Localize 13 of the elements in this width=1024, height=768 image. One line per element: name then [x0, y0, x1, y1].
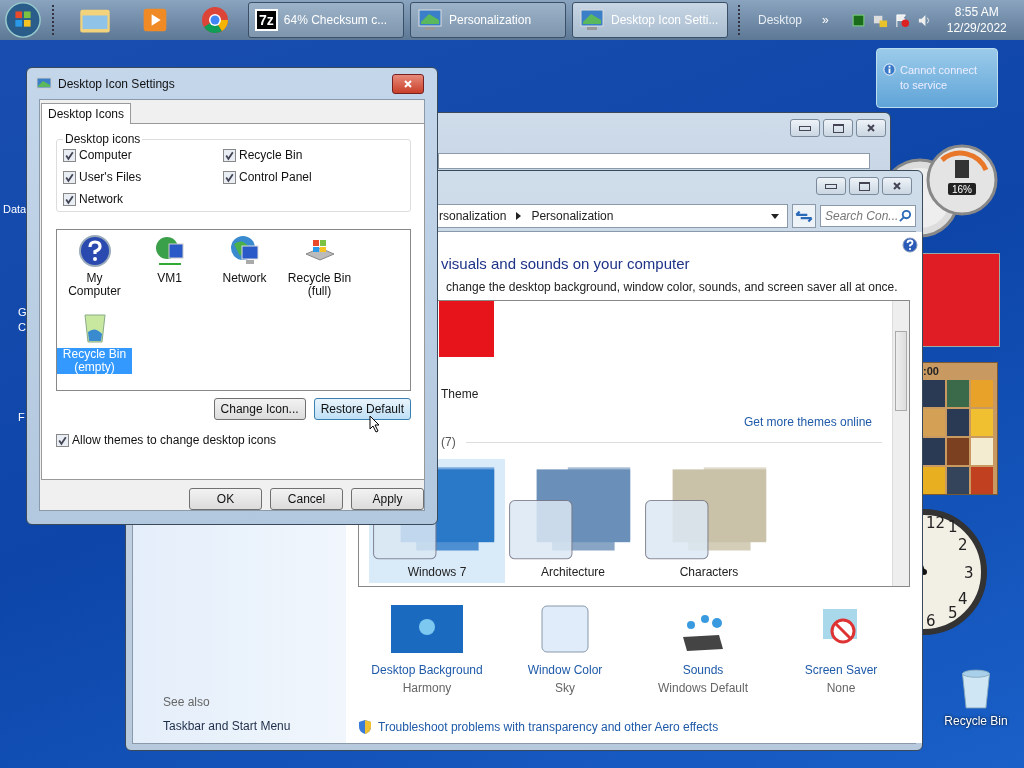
setting-value: None [826, 681, 856, 695]
puzzle-timer: :00 [923, 365, 940, 377]
see-also-heading: See also [163, 695, 211, 709]
notification-text: Cannot connect to service [900, 63, 979, 93]
setting-value: Windows Default [657, 681, 748, 695]
page-subtitle: change the desktop background, window color, sounds, and screen saver all at once. [446, 280, 899, 294]
setting-value: Sky [555, 681, 575, 695]
page-heading: visuals and sounds on your computer [441, 255, 691, 272]
window-title: Desktop Icon Settings [58, 76, 175, 91]
setting-value: Harmony [402, 681, 452, 695]
archiver-icon: 7z [255, 9, 278, 31]
group-label: Desktop icons [64, 132, 142, 146]
group-count: (7) [441, 435, 456, 449]
